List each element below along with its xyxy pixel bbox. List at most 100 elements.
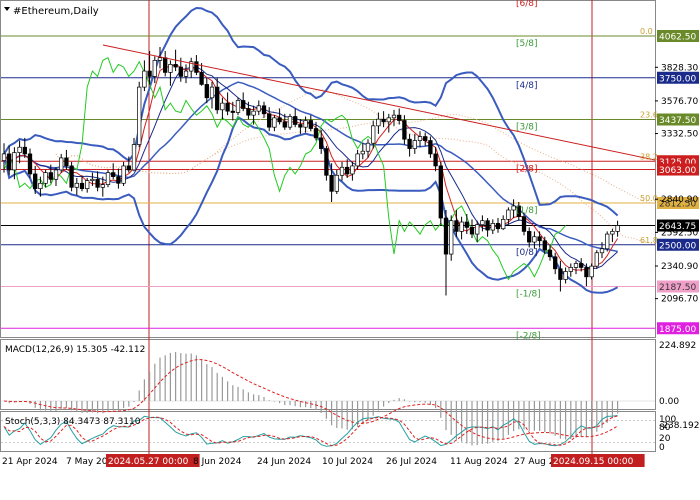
- candle-body-78: [407, 138, 412, 149]
- candle-body-25: [131, 144, 137, 171]
- candle-body-65: [339, 166, 345, 176]
- candle-body-43: [225, 102, 230, 112]
- time-label-0: 21 Apr 2024: [2, 457, 58, 467]
- candle-body-116: [605, 233, 610, 250]
- time-label-6: 26 Jul 2024: [386, 457, 437, 467]
- ethereum-daily-chart[interactable]: [5/8] 0.0 4062.50 [4/8] 3750.00 [3/8] 23.63437…: [0, 0, 700, 500]
- time-label-3: 8 Jun 2024: [193, 457, 242, 467]
- candle-body-52: [272, 117, 277, 128]
- candle-body-44: [230, 110, 235, 113]
- stoch-scale-80: 80: [659, 423, 671, 433]
- candle-body-16: [85, 180, 90, 189]
- candle-body-34: [178, 66, 183, 77]
- candle-body-1: [7, 153, 12, 171]
- fib-label-3: 38.2: [640, 152, 658, 161]
- candle-body-80: [417, 136, 423, 141]
- chart-title-text: #Ethereum,Daily: [13, 6, 99, 17]
- candle-body-108: [563, 271, 568, 280]
- candle-body-18: [95, 178, 100, 188]
- candle-body-70: [365, 142, 371, 152]
- candle-body-76: [397, 114, 402, 121]
- candle-body-6: [33, 173, 38, 189]
- stoch-scale-0: 0: [659, 443, 665, 453]
- candle-body-83: [433, 153, 438, 167]
- candle-body-32: [168, 64, 173, 73]
- murrey-label-1: [4/8]: [516, 81, 538, 91]
- candle-body-10: [53, 169, 59, 180]
- murrey-label-3: [2/8]: [516, 164, 538, 174]
- candle-body-15: [79, 182, 85, 189]
- price-tag-9: 1875.00: [659, 325, 696, 335]
- candle-body-64: [334, 174, 339, 192]
- candle-body-47: [246, 108, 251, 116]
- fib-label-2: 23.6: [640, 111, 658, 120]
- candle-body-112: [584, 267, 589, 278]
- stoch-label: Stoch(5,3,3) 84.3473 87.3110: [5, 417, 141, 427]
- candle-body-40: [209, 86, 215, 99]
- candle-body-46: [241, 100, 246, 109]
- candle-body-73: [381, 118, 386, 123]
- candle-body-11: [59, 157, 64, 171]
- candle-body-89: [464, 221, 469, 228]
- candle-body-14: [74, 182, 79, 188]
- candle-body-24: [126, 165, 131, 171]
- price-tick-label-6: 2096.70: [661, 295, 698, 305]
- candle-body-26: [137, 86, 142, 145]
- candle-body-35: [183, 70, 189, 77]
- candle-body-62: [324, 148, 329, 176]
- candle-body-66: [345, 166, 350, 175]
- price-tag-8: 2187.50: [659, 283, 696, 293]
- murrey-label-5: [1/8]: [516, 206, 538, 216]
- candle-body-96: [501, 219, 506, 230]
- candle-body-101: [527, 231, 532, 243]
- candle-body-107: [558, 268, 563, 280]
- candle-body-77: [402, 120, 407, 140]
- candle-body-0: [1, 153, 7, 161]
- murrey-label-8: [-1/8]: [516, 290, 541, 300]
- price-tick-label-4: 2592.50: [661, 228, 698, 238]
- candle-body-109: [568, 267, 573, 272]
- candle-body-75: [391, 114, 397, 119]
- candle-body-117: [610, 231, 615, 235]
- candle-body-93: [485, 220, 490, 231]
- time-label-8: 27 Aug 2: [514, 457, 554, 467]
- candle-body-100: [521, 216, 527, 232]
- candle-body-68: [355, 153, 360, 167]
- candle-body-74: [386, 117, 391, 123]
- candle-body-59: [308, 120, 313, 129]
- candle-body-17: [90, 178, 95, 181]
- candle-body-7: [38, 182, 43, 189]
- murrey-top-label: [6/8]: [516, 0, 538, 9]
- time-label-2: 2024.05.27 00:00: [108, 457, 189, 467]
- candle-body-20: [105, 172, 111, 185]
- candle-body-88: [459, 221, 464, 232]
- candle-body-81: [423, 136, 428, 141]
- candle-body-5: [27, 153, 33, 175]
- candle-body-28: [147, 70, 152, 77]
- candle-body-51: [267, 113, 272, 128]
- murrey-label-7: [0/8]: [516, 248, 538, 258]
- candle-body-23: [121, 165, 126, 184]
- candle-body-55: [287, 116, 293, 128]
- candle-body-41: [215, 86, 220, 111]
- candle-body-22: [116, 176, 121, 184]
- candle-body-102: [532, 236, 537, 243]
- candle-body-69: [360, 150, 365, 155]
- candle-body-72: [376, 118, 381, 127]
- time-label-1: 7 May 20: [66, 457, 108, 467]
- macd-label: MACD(12,26,9) 15.305 -42.112: [5, 345, 145, 355]
- candle-body-31: [163, 57, 168, 73]
- candle-body-115: [599, 248, 605, 254]
- candle-body-97: [506, 209, 511, 220]
- candle-body-53: [277, 117, 282, 123]
- candle-body-50: [261, 105, 267, 115]
- candle-body-92: [480, 220, 485, 226]
- candle-body-38: [199, 72, 204, 85]
- candle-body-54: [282, 121, 287, 128]
- price-tag-0: 4062.50: [659, 33, 696, 43]
- candle-body-56: [293, 116, 298, 125]
- candle-body-67: [350, 165, 355, 175]
- candle-body-71: [371, 125, 376, 144]
- candle-body-48: [251, 110, 256, 116]
- candle-body-91: [475, 224, 480, 235]
